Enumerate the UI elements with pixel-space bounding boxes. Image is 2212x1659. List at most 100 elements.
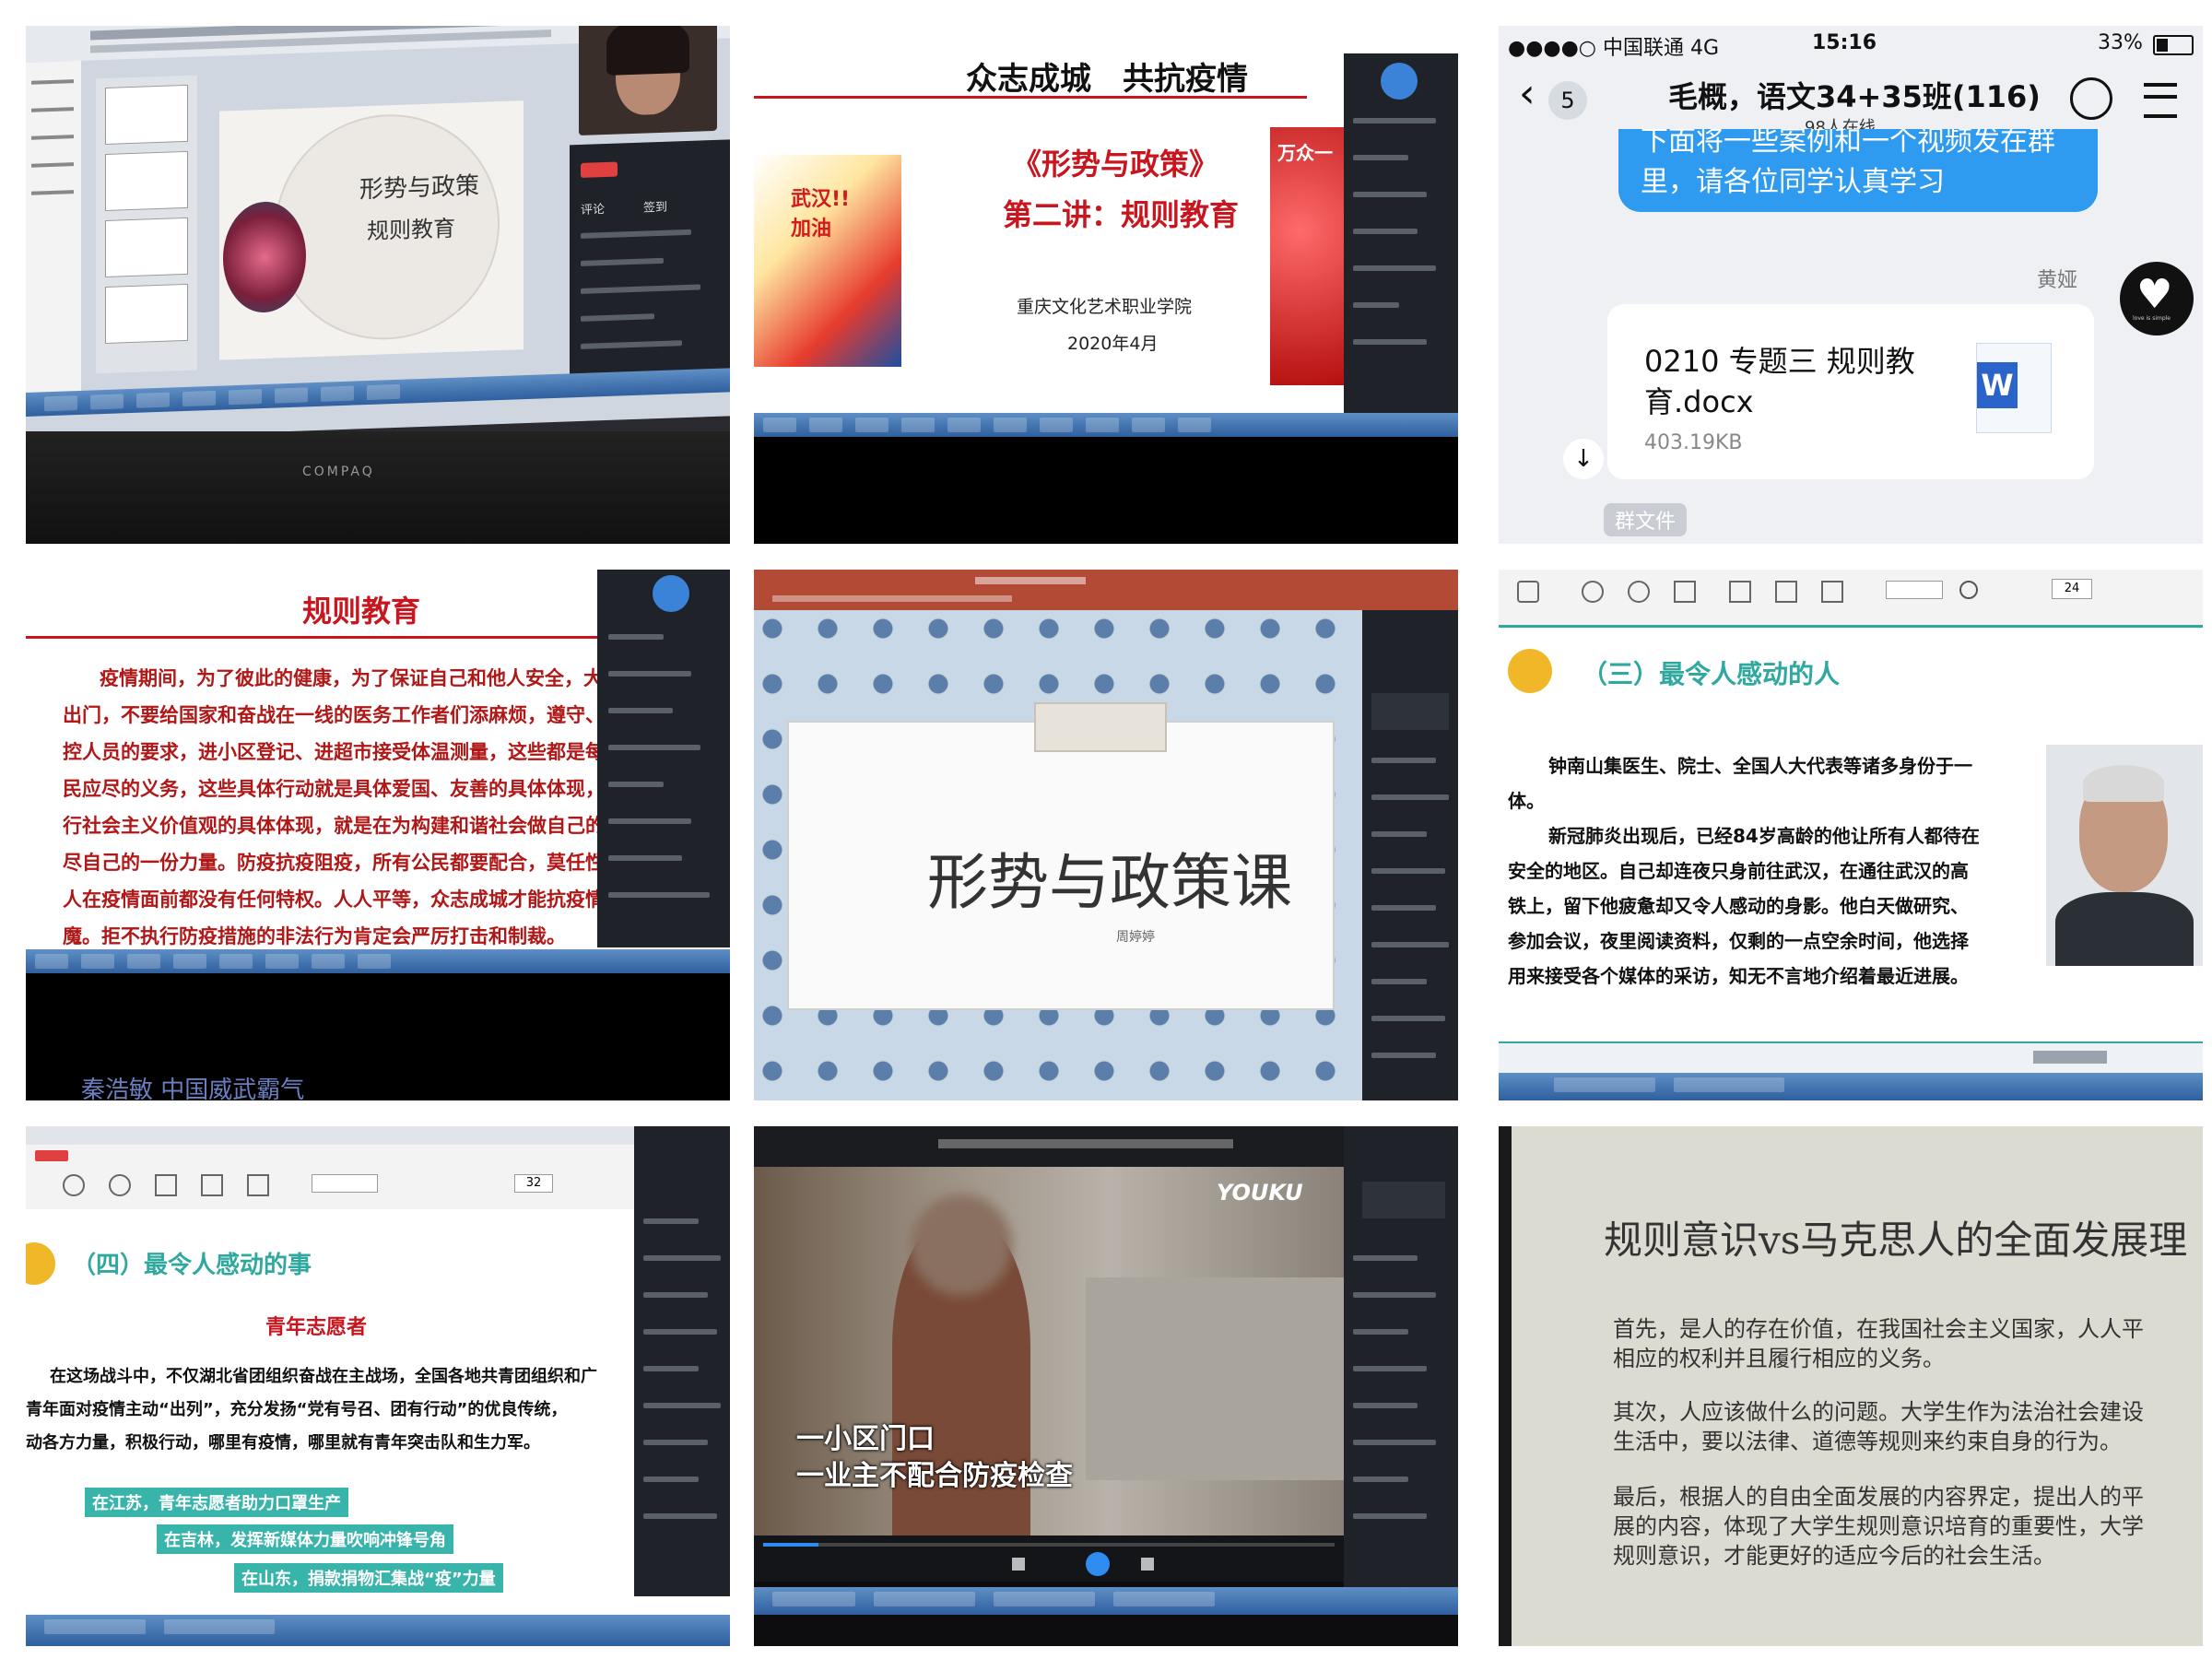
windows-taskbar — [26, 949, 730, 973]
paragraph-2a: 其次，人应该做什么的问题。大学生作为法治社会建设 — [1613, 1399, 2144, 1425]
back-count-badge[interactable]: 5 — [1548, 81, 1587, 120]
pdf-toolbar: 32 — [26, 1126, 730, 1209]
live-side-panel: 评论 签到 — [570, 139, 730, 376]
live-side-panel — [1344, 53, 1458, 413]
player-controls — [754, 1535, 1344, 1582]
building-background — [1086, 1277, 1344, 1480]
tile-phone-chat: ●●●●○ 中国联通 4G 15:16 33% ‹ 5 毛概，语文34+35班(… — [1499, 26, 2203, 544]
panel-tab-comment[interactable]: 评论 — [581, 199, 605, 218]
school-name: 重庆文化艺术职业学院 — [1017, 297, 1193, 317]
body-line: 参加会议，夜里阅读资料，仅剩的一点空余时间，他选择 — [1508, 930, 1969, 952]
slide-body: 钟南山集医生、院士、全国人大代表等诸多身份于一 体。 新冠肺炎出现后，已经84岁… — [1508, 748, 2024, 994]
course-title: 《形势与政策》 — [1012, 147, 1219, 182]
youku-logo: YOUKU — [1217, 1180, 1303, 1206]
tag-shandong: 在山东，捐款捐物汇集战“疫”力量 — [234, 1563, 503, 1593]
lecture-title: 第二讲：规则教育 — [1003, 197, 1240, 232]
pdf-toolbar: 24 — [1499, 570, 2203, 628]
slide-title: 规则教育 — [302, 594, 421, 629]
trophy-icon — [1508, 649, 1552, 693]
search-icon[interactable] — [1959, 581, 1978, 599]
red-heart-banner-image: 万众一 — [1270, 127, 1344, 385]
body-line: 安全的地区。自己却连夜只身前往武汉，在通往武汉的高 — [1508, 860, 1969, 882]
file-name: 0210 专题三 规则教育.docx — [1644, 344, 1915, 419]
body-line: 钟南山集医生、院士、全国人大代表等诸多身份于一 — [1548, 755, 1972, 777]
body-line: 用来接受各个媒体的采访，知无不言地介绍着最近进展。 — [1508, 965, 1969, 987]
slide-date: 2020年4月 — [1067, 334, 1159, 354]
body-line: 铁上，留下他疲惫却又令人感动的身影。他白天做研究、 — [1508, 895, 1969, 917]
tag-jilin: 在吉林，发挥新媒体力量吹响冲锋号角 — [157, 1524, 453, 1554]
back-chevron-icon[interactable]: ‹ — [1519, 74, 1535, 114]
slide-canvas: 形势与政策 规则教育 — [219, 100, 524, 360]
title-divider — [26, 636, 597, 639]
download-icon[interactable]: ↓ — [1563, 439, 1604, 479]
tile-laptop-photo: 形势与政策 规则教育 评论 签到 COMPAQ — [26, 26, 730, 544]
hand-gesture-icon[interactable] — [2070, 77, 2112, 120]
banner-text: 万众一 — [1277, 142, 1333, 164]
tile-rule-awareness-slide: 规则意识vs马克思人的全面发展理 首先，是人的存在价值，在我国社会主义国家，人人… — [1499, 1126, 2203, 1646]
poster-text: 武汉!!加油 — [791, 188, 851, 241]
black-area: 秦浩敏 中国威武霸气 — [26, 973, 730, 1100]
doc-margin — [26, 60, 81, 394]
tag-jiangsu: 在江苏，青年志愿者助力口罩生产 — [85, 1488, 348, 1517]
menu-icon[interactable] — [2144, 83, 2177, 118]
laptop-brand-label: COMPAQ — [302, 465, 375, 479]
paragraph-3a: 最后，根据人的自由全面发展的内容界定，提出人的平 — [1613, 1484, 2144, 1510]
progress-bar[interactable] — [763, 1543, 1335, 1547]
sub-heading: 青年志愿者 — [265, 1316, 368, 1339]
heart-icon: ♥ — [2136, 271, 2173, 318]
video-frame[interactable]: YOUKU 一小区门口 一业主不配合防疫检查 — [754, 1167, 1344, 1535]
body-line: 人在疫情面前都没有任何特权。人人平等，众志成城才能抗疫情 — [63, 888, 605, 911]
body-line: 尽自己的一份力量。防疫抗疫阻疫，所有公民都要配合，莫任性 — [63, 852, 605, 874]
panel-tab-signin[interactable]: 签到 — [643, 197, 667, 216]
paragraph-3b: 展的内容，体现了大学生规则意识培育的重要性，大学 — [1613, 1513, 2144, 1539]
sender-name: 黄娅 — [2037, 269, 2078, 292]
tile-course-cover: 形势与政策课 周婷婷 — [754, 570, 1458, 1100]
powerpoint-titlebar — [754, 570, 1458, 610]
section-heading: （三）最令人感动的人 — [1582, 659, 1841, 689]
status-battery: 33% — [2098, 31, 2143, 54]
paragraph-2b: 生活中，要以法律、道德等规则来约束自身的行为。 — [1613, 1429, 2122, 1454]
live-side-panel — [1362, 610, 1458, 1100]
chat-title: 毛概，语文34+35班(116) — [1668, 79, 2041, 114]
paragraph-3c: 规则意识，才能更好的适应今后的社会生活。 — [1613, 1543, 2055, 1569]
section-heading: （四）最令人感动的事 — [72, 1252, 312, 1279]
play-pause-button[interactable] — [1086, 1552, 1110, 1576]
live-side-panel — [597, 570, 730, 947]
message-bubble: 下面将一些案例和一个视频发在群里，请各位同学认真学习 — [1618, 129, 2098, 212]
live-side-panel — [634, 1126, 730, 1596]
page-number-input[interactable]: 32 — [514, 1174, 553, 1193]
webcam-view — [579, 26, 717, 136]
trophy-icon — [26, 1242, 55, 1285]
presenter-name: 周婷婷 — [1116, 930, 1155, 945]
body-line: 新冠肺炎出现后，已经84岁高龄的他让所有人都待在 — [1548, 825, 1980, 847]
windows-taskbar — [26, 1615, 730, 1646]
next-button[interactable] — [1141, 1558, 1154, 1571]
body-line: 行社会主义价值观的具体体现，就是在为构建和谐社会做自己的 — [63, 815, 605, 837]
slide-title: 规则意识vs马克思人的全面发展理 — [1604, 1218, 2188, 1263]
black-area — [754, 437, 1458, 544]
laptop-bezel: COMPAQ — [26, 431, 730, 544]
subtitle-line1: 一小区门口 — [796, 1423, 935, 1455]
body-line: 在这场战斗中，不仅湖北省团组织奋战在主战场，全国各地共青团组织和广 — [50, 1367, 597, 1386]
body-line: 疫情期间，为了彼此的健康，为了保证自己和他人安全，大 — [100, 667, 603, 689]
avatar[interactable]: ♥ love is simple — [2120, 262, 2194, 335]
page-controls — [1499, 1041, 2203, 1075]
tile-video-player: YOUKU 一小区门口 一业主不配合防疫检查 — [754, 1126, 1458, 1646]
slide-thumbnails[interactable] — [96, 75, 197, 374]
slide-body: 疫情期间，为了彼此的健康，为了保证自己和他人安全，大 出门，不要给国家和奋战在一… — [35, 660, 643, 999]
subtitle-line2: 一业主不配合防疫检查 — [796, 1460, 1073, 1492]
body-line: 控人员的要求，进小区登记、进超市接受体温测量，这些都是每 — [63, 741, 605, 763]
group-file-label[interactable]: 群文件 — [1604, 503, 1688, 536]
tile-moving-event-slide: 32 （四）最令人感动的事 青年志愿者 在这场战斗中，不仅湖北省团组织奋战在主战… — [26, 1126, 730, 1646]
windows-taskbar — [754, 413, 1458, 437]
file-card[interactable]: 0210 专题三 规则教育.docx 403.19KB W — [1607, 304, 2094, 479]
prev-button[interactable] — [1012, 1558, 1025, 1571]
slide-card: 形势与政策课 周婷婷 — [787, 702, 1335, 1010]
bubble-text: 下面将一些案例和一个视频发在群里，请各位同学认真学习 — [1641, 129, 2055, 198]
page-number-input[interactable]: 24 — [2052, 579, 2092, 599]
peony-flower-image — [223, 200, 306, 314]
body-line: 青年面对疫情主动“出列”，充分发扬“党有号召、团有行动”的优良传统， — [26, 1400, 568, 1419]
battery-icon — [2153, 35, 2194, 55]
tile-moving-person-slide: 24 （三）最令人感动的人 钟南山集医生、院士、全国人大代表等诸多身份于一 体。… — [1499, 570, 2203, 1100]
slide-body: 在这场战斗中，不仅湖北省团组织奋战在主战场，全国各地共青团组织和广 青年面对疫情… — [26, 1360, 643, 1480]
